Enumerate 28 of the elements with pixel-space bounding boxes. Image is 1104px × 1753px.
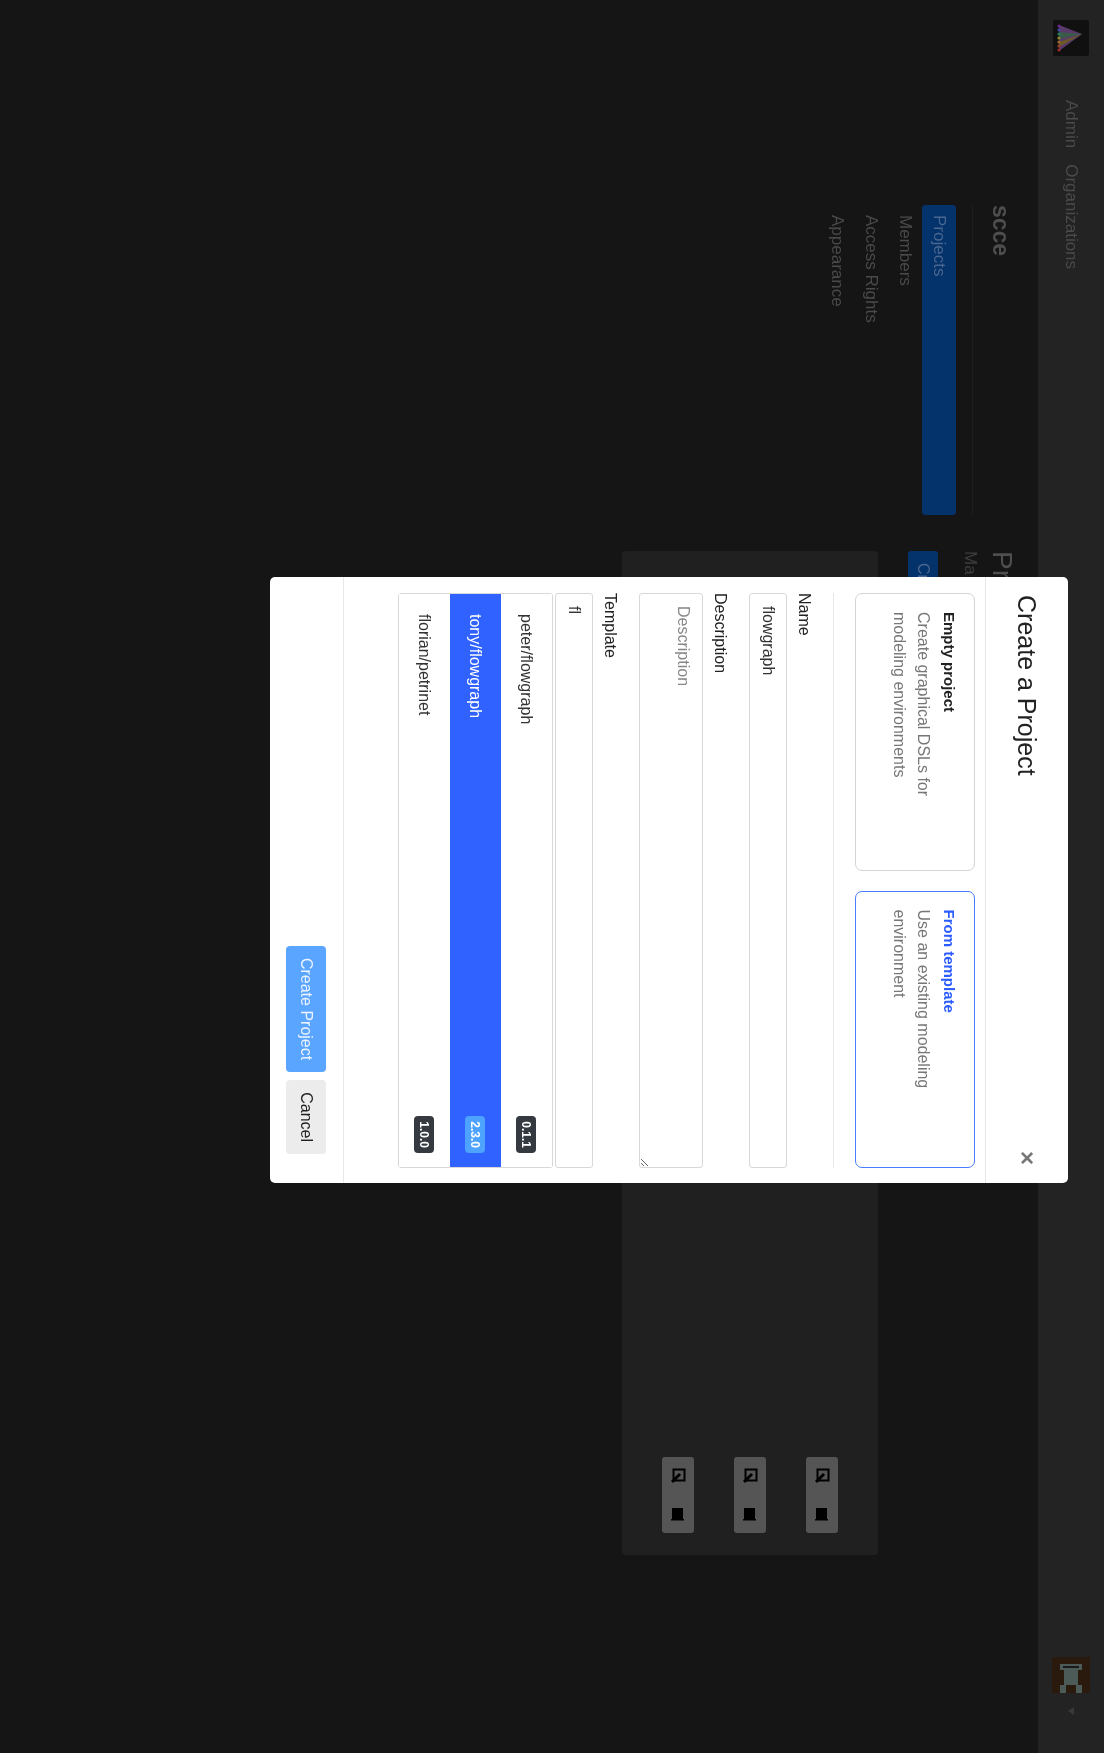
action-buttons[interactable]	[806, 1457, 838, 1533]
version-badge: 2.3.0	[465, 1116, 486, 1153]
version-badge: 0.1.1	[516, 1116, 537, 1153]
option-card[interactable]: From template Use an existing modeling environment	[855, 890, 975, 1168]
edit-icon	[670, 1468, 686, 1484]
page-heading: Pr	[986, 551, 1018, 581]
edit-icon	[814, 1468, 830, 1484]
action-buttons[interactable]	[734, 1457, 766, 1533]
option-card[interactable]: Empty project Create graphical DSLs for modeling environments	[855, 593, 975, 871]
close-button[interactable]: ×	[1013, 1151, 1041, 1165]
dialog-title: Create a Project	[1012, 595, 1042, 776]
trash-icon	[742, 1506, 758, 1522]
description-field[interactable]: Description	[639, 593, 703, 1168]
trash-icon	[670, 1506, 686, 1522]
field-label: Description	[711, 593, 729, 676]
name-field[interactable]: flowgraph	[749, 593, 787, 1168]
cancel-button[interactable]: Cancel	[286, 1080, 327, 1154]
field-label: Template	[601, 593, 619, 660]
version-badge: 1.0.0	[414, 1116, 435, 1153]
template-item[interactable]: tony/flowgraph 2.3.0	[450, 594, 501, 1167]
create-project-button[interactable]: Create Project	[286, 945, 327, 1073]
template-filter-field[interactable]: fl	[555, 593, 593, 1168]
action-buttons[interactable]	[662, 1457, 694, 1533]
app-icon[interactable]	[1052, 1657, 1090, 1693]
org-title: scce	[972, 205, 1014, 515]
trash-icon	[814, 1506, 830, 1522]
field-label: Name	[795, 593, 813, 638]
edit-icon	[742, 1468, 758, 1484]
